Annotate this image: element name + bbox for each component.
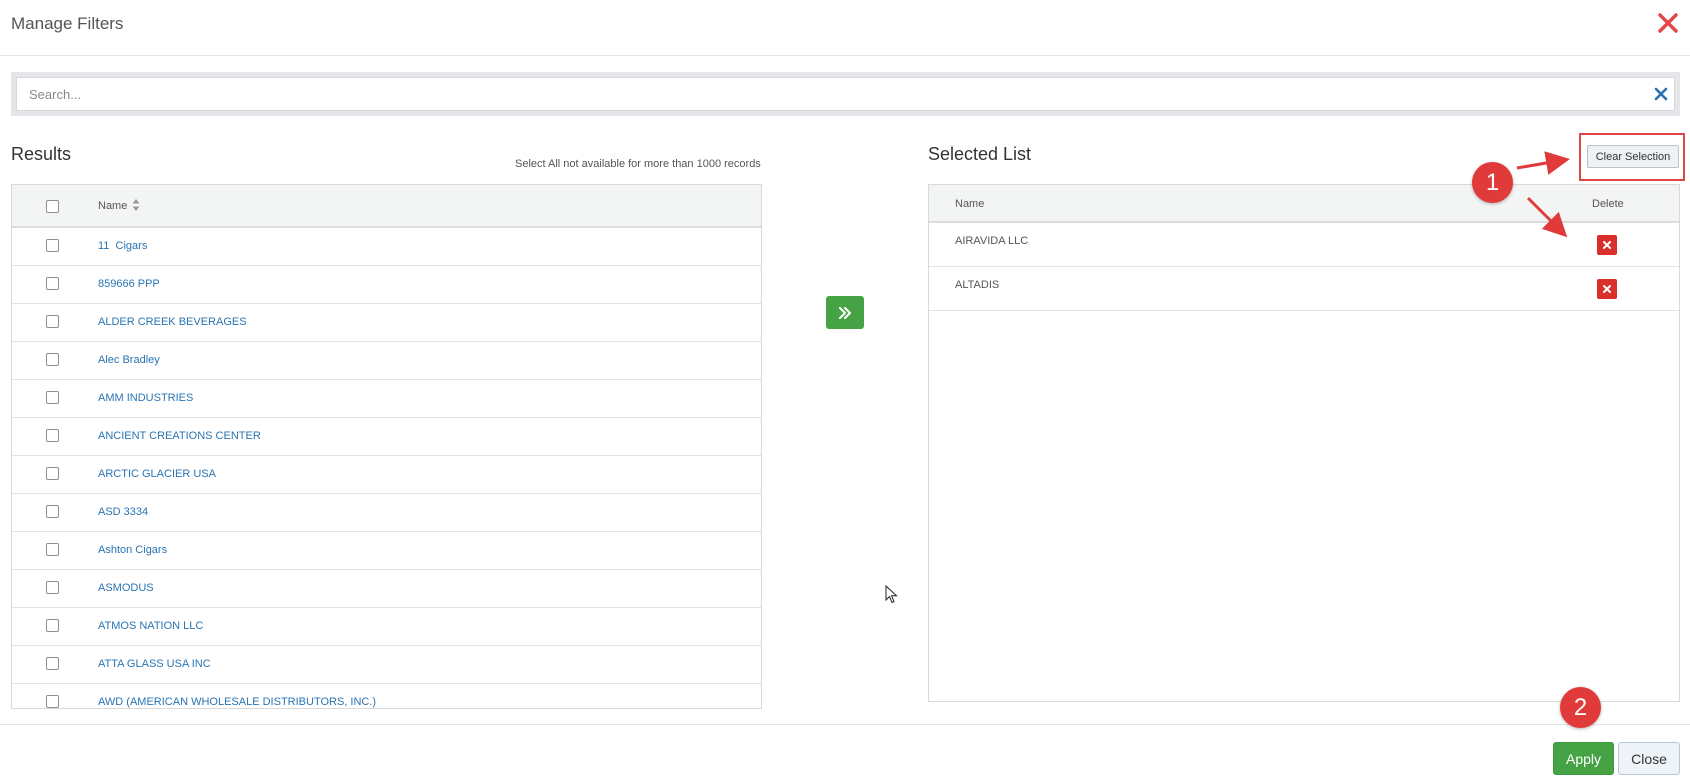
result-name-link[interactable]: ASMODUS: [98, 582, 154, 594]
close-icon: [1603, 241, 1611, 249]
close-button[interactable]: Close: [1618, 742, 1680, 775]
table-row: ALDER CREEK BEVERAGES: [12, 304, 761, 342]
double-chevron-right-icon: [839, 306, 851, 319]
table-row: 11 Cigars: [12, 228, 761, 266]
result-name-link[interactable]: ANCIENT CREATIONS CENTER: [98, 430, 261, 442]
row-checkbox[interactable]: [46, 315, 59, 328]
row-checkbox[interactable]: [46, 657, 59, 670]
selected-table-header: Name Delete: [929, 185, 1679, 223]
result-name-link[interactable]: ASD 3334: [98, 506, 148, 518]
annotation-badge: 1: [1472, 162, 1513, 203]
table-row: ASMODUS: [12, 570, 761, 608]
annotation-highlight-box: [1579, 133, 1685, 181]
result-name-link[interactable]: AMM INDUSTRIES: [98, 392, 193, 404]
annotation-badge: 2: [1560, 687, 1601, 728]
result-name-link[interactable]: 859666 PPP: [98, 278, 160, 290]
row-checkbox[interactable]: [46, 353, 59, 366]
selected-row: AIRAVIDA LLC: [929, 223, 1679, 267]
clear-search-icon[interactable]: [1653, 86, 1669, 102]
row-checkbox[interactable]: [46, 467, 59, 480]
row-checkbox[interactable]: [46, 543, 59, 556]
results-rows: 11 Cigars 859666 PPP ALDER CREEK BEVERAGES…: [12, 228, 761, 708]
table-row: ATTA GLASS USA INC: [12, 646, 761, 684]
apply-button[interactable]: Apply: [1553, 742, 1614, 775]
row-checkbox[interactable]: [46, 619, 59, 632]
row-checkbox[interactable]: [46, 581, 59, 594]
result-name-link[interactable]: Alec Bradley: [98, 354, 160, 366]
table-row: 859666 PPP: [12, 266, 761, 304]
selected-list-title: Selected List: [928, 144, 1032, 164]
table-row: ARCTIC GLACIER USA: [12, 456, 761, 494]
row-checkbox[interactable]: [46, 429, 59, 442]
result-name-link[interactable]: ALDER CREEK BEVERAGES: [98, 316, 247, 328]
select-all-checkbox[interactable]: [46, 200, 59, 213]
name-column-header[interactable]: Name: [98, 200, 127, 212]
close-icon[interactable]: [1655, 10, 1681, 36]
result-name-link[interactable]: ATTA GLASS USA INC: [98, 658, 211, 670]
results-table: Name 11 Cigars 859666 PPP ALDER CREEK BEVE…: [11, 184, 762, 709]
row-checkbox[interactable]: [46, 239, 59, 252]
delete-column-header: Delete: [1592, 198, 1624, 210]
result-name-link[interactable]: Ashton Cigars: [98, 544, 167, 556]
row-checkbox[interactable]: [46, 277, 59, 290]
modal-title: Manage Filters: [11, 14, 124, 33]
selected-name-column-header: Name: [955, 198, 985, 210]
table-row: AWD (AMERICAN WHOLESALE DISTRIBUTORS, IN…: [12, 684, 761, 708]
result-name-link[interactable]: 11 Cigars: [98, 240, 147, 252]
table-row: ASD 3334: [12, 494, 761, 532]
delete-button[interactable]: [1597, 235, 1617, 255]
result-name-link[interactable]: ATMOS NATION LLC: [98, 620, 203, 632]
sort-icon[interactable]: [132, 198, 140, 212]
selected-table: Name Delete AIRAVIDA LLC ALTADIS: [928, 184, 1680, 702]
modal-footer: Apply Close: [0, 724, 1690, 784]
result-name-link[interactable]: ARCTIC GLACIER USA: [98, 468, 216, 480]
search-bar: [11, 72, 1680, 116]
results-table-header: Name: [12, 185, 761, 228]
selected-item-name: AIRAVIDA LLC: [955, 235, 1029, 247]
delete-button[interactable]: [1597, 279, 1617, 299]
selected-item-name: ALTADIS: [955, 279, 1000, 291]
result-name-link[interactable]: AWD (AMERICAN WHOLESALE DISTRIBUTORS, IN…: [98, 696, 376, 708]
selected-rows: AIRAVIDA LLC ALTADIS: [929, 223, 1679, 311]
table-row: Ashton Cigars: [12, 532, 761, 570]
results-title: Results: [11, 144, 72, 164]
mouse-cursor-icon: [885, 585, 898, 604]
select-all-note: Select All not available for more than 1…: [515, 158, 761, 170]
table-row: Alec Bradley: [12, 342, 761, 380]
selected-row: ALTADIS: [929, 267, 1679, 311]
modal-header: Manage Filters: [0, 0, 1690, 56]
search-input[interactable]: [16, 77, 1675, 111]
row-checkbox[interactable]: [46, 391, 59, 404]
annotation-arrow: [1516, 151, 1570, 175]
row-checkbox[interactable]: [46, 505, 59, 518]
add-to-selected-button[interactable]: [826, 296, 864, 329]
close-icon: [1603, 285, 1611, 293]
table-row: ATMOS NATION LLC: [12, 608, 761, 646]
table-row: ANCIENT CREATIONS CENTER: [12, 418, 761, 456]
manage-filters-modal: Manage Filters Results Select All not av…: [0, 0, 1690, 784]
row-checkbox[interactable]: [46, 695, 59, 708]
table-row: AMM INDUSTRIES: [12, 380, 761, 418]
